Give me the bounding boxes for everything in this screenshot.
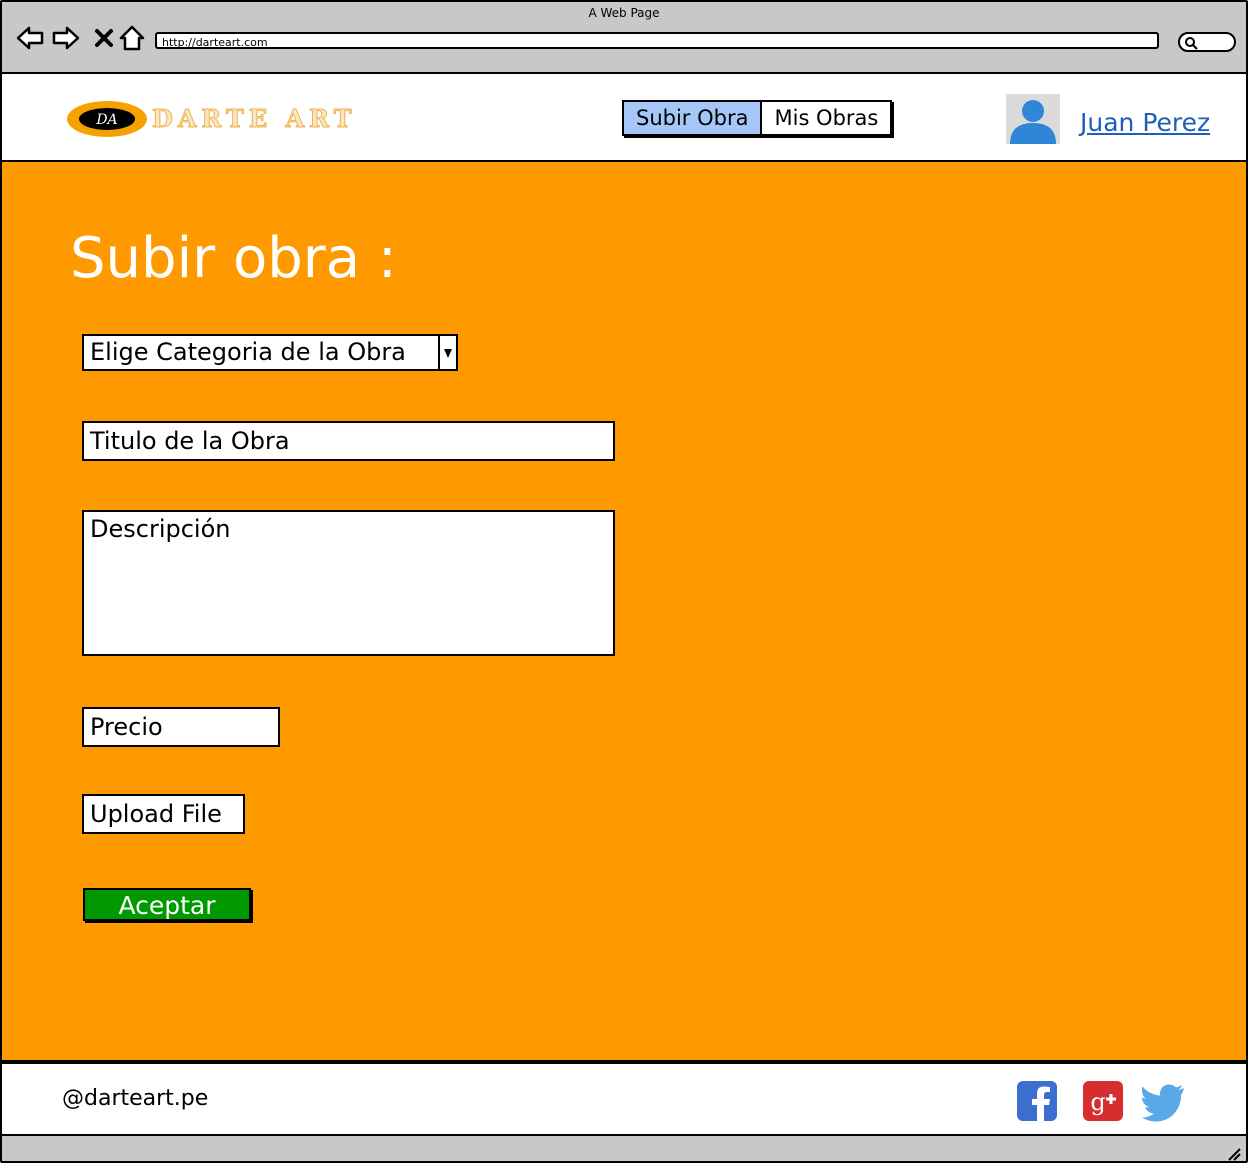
tab-subir-obra[interactable]: Subir Obra <box>624 102 763 134</box>
browser-toolbar: A Web Page http://darteart.com <box>2 2 1246 74</box>
search-icon <box>1185 37 1198 50</box>
window-title: A Web Page <box>588 6 660 20</box>
user-name-link[interactable]: Juan Perez <box>1080 108 1210 137</box>
main-nav: Subir Obra Mis Obras <box>622 100 893 136</box>
upload-file-button[interactable]: Upload File <box>82 794 245 834</box>
twitter-icon[interactable] <box>1141 1080 1184 1122</box>
logo-text: DARTE ART <box>151 104 357 134</box>
logo[interactable]: DA <box>65 99 149 139</box>
avatar[interactable] <box>1006 94 1060 144</box>
category-select-value: Elige Categoria de la Obra <box>90 338 406 366</box>
url-bar[interactable]: http://darteart.com <box>155 32 1159 49</box>
user-icon <box>1010 100 1056 144</box>
category-select[interactable]: Elige Categoria de la Obra <box>82 334 458 371</box>
description-textarea[interactable]: Descripción <box>82 510 615 656</box>
tab-mis-obras[interactable]: Mis Obras <box>762 102 891 134</box>
footer-handle: @darteart.pe <box>62 1086 209 1111</box>
resize-grip-icon[interactable] <box>1226 1147 1242 1161</box>
accept-button[interactable]: Aceptar <box>83 888 251 921</box>
price-input[interactable]: Precio <box>82 707 280 747</box>
home-icon[interactable] <box>118 24 146 52</box>
forward-arrow-icon[interactable] <box>52 24 80 52</box>
upload-form-area: Subir obra : Elige Categoria de la Obra … <box>2 162 1246 1062</box>
close-icon[interactable] <box>90 24 118 52</box>
site-header: DA DARTE ART Subir Obra Mis Obras Juan P… <box>2 74 1246 162</box>
title-input[interactable]: Titulo de la Obra <box>82 421 615 461</box>
browser-status-bar <box>2 1134 1246 1161</box>
chevron-down-icon[interactable] <box>438 336 456 369</box>
svg-text:g: g <box>1090 1088 1105 1116</box>
facebook-icon[interactable] <box>1016 1080 1058 1122</box>
back-arrow-icon[interactable] <box>16 24 44 52</box>
logo-monogram: DA <box>95 112 117 128</box>
browser-search-field[interactable] <box>1178 32 1236 52</box>
site-footer: @darteart.pe g <box>2 1062 1246 1134</box>
browser-window: A Web Page http://darteart.com DA DARTE … <box>0 0 1248 1163</box>
google-plus-icon[interactable]: g <box>1082 1080 1124 1122</box>
page-title: Subir obra : <box>70 226 397 291</box>
